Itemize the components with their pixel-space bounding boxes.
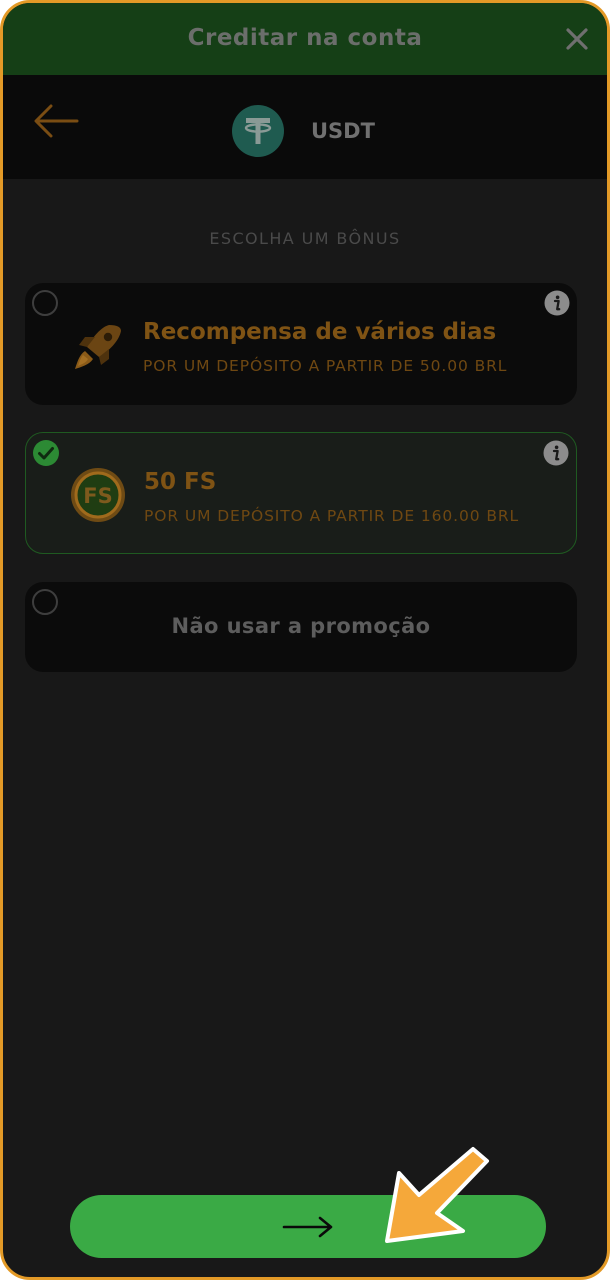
bonus-option-multi-day[interactable]: Recompensa de vários dias POR UM DEPÓSIT… [25,283,577,405]
bonus-option-free-spins[interactable]: FS 50 FS POR UM DEPÓSITO A PARTIR DE 160… [25,432,577,554]
currency-header: USDT [3,75,607,179]
bonus-subtitle: POR UM DEPÓSITO A PARTIR DE 160.00 BRL [144,507,520,525]
info-icon[interactable] [543,440,569,466]
no-promo-label: Não usar a promoção [171,614,431,638]
coin-fs-label: FS [83,484,112,508]
tether-icon [232,105,284,157]
info-icon[interactable] [544,290,570,316]
radio-unchecked[interactable] [32,290,58,316]
close-icon[interactable] [559,21,595,57]
arrow-left-icon[interactable] [31,101,81,141]
bonus-subtitle: POR UM DEPÓSITO A PARTIR DE 50.00 BRL [143,357,508,375]
section-label: ESCOLHA UM BÔNUS [209,229,401,248]
currency-label: USDT [311,119,375,143]
radio-unchecked[interactable] [32,589,58,615]
checkmark-icon[interactable] [32,439,60,467]
bonus-title: Recompensa de vários dias [143,319,497,345]
free-spins-coin-icon: FS [71,468,125,522]
bonus-option-no-promo[interactable]: Não usar a promoção [25,582,577,672]
deposit-modal: Creditar na conta USDT ESCOLHA UM BÔNUS [0,0,610,1280]
arrow-right-icon [282,1216,333,1238]
pointer-arrow-icon [385,1147,489,1243]
rocket-icon [75,325,121,369]
bonus-title: 50 FS [144,469,217,495]
modal-title: Creditar na conta [187,25,423,51]
modal-header: Creditar na conta [3,3,607,75]
